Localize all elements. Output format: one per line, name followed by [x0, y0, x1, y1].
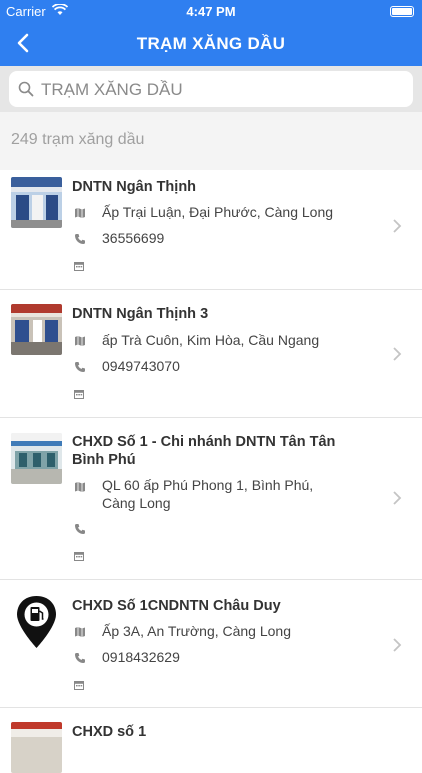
results-count: 249 trạm xăng dầu [11, 131, 145, 148]
calendar-icon [74, 258, 84, 271]
search-input[interactable] [39, 75, 403, 105]
station-thumbnail [11, 722, 62, 773]
chevron-right-icon [392, 491, 402, 505]
status-bar: Carrier 4:47 PM [0, 0, 422, 22]
battery-icon [390, 6, 414, 17]
station-phone: 0918432629 [102, 649, 180, 665]
chevron-right-icon [392, 347, 402, 361]
station-name: CHXD Số 1 - Chi nhánh DNTN Tân Tân Bình … [72, 434, 336, 468]
station-address: ấp Trà Cuôn, Kim Hòa, Cầu Ngang [102, 332, 320, 348]
search-icon [18, 81, 34, 97]
calendar-icon [74, 548, 84, 561]
station-list-item[interactable]: CHXD Số 1CNDNTN Châu Duy Ấp 3A, An Trườn… [0, 580, 422, 708]
navigation-bar: TRẠM XĂNG DẦU [0, 22, 422, 66]
station-phone: 0949743070 [102, 358, 180, 374]
phone-icon [74, 522, 86, 534]
station-list-item[interactable]: DNTN Ngân Thịnh Ấp Trại Luận, Đại Phước,… [0, 170, 422, 290]
clock: 4:47 PM [186, 4, 236, 19]
calendar-icon [74, 677, 84, 690]
phone-icon [74, 232, 86, 244]
station-address: Ấp Trại Luận, Đại Phước, Càng Long [102, 204, 334, 220]
station-name: DNTN Ngân Thịnh [72, 179, 197, 195]
calendar-icon [74, 386, 84, 399]
phone-icon [74, 651, 86, 663]
station-address: Ấp 3A, An Trường, Càng Long [102, 623, 292, 639]
search-field[interactable] [9, 71, 413, 107]
chevron-right-icon [392, 638, 402, 652]
station-thumbnail [11, 433, 62, 484]
station-thumbnail [11, 304, 62, 355]
page-title: TRẠM XĂNG DẦU [136, 34, 286, 53]
map-icon [74, 625, 86, 637]
station-list: DNTN Ngân Thịnh Ấp Trại Luận, Đại Phước,… [0, 170, 422, 773]
phone-icon [74, 360, 86, 372]
station-thumbnail [11, 177, 62, 228]
search-bar [0, 66, 422, 112]
chevron-right-icon [392, 219, 402, 233]
station-list-item[interactable]: DNTN Ngân Thịnh 3 ấp Trà Cuôn, Kim Hòa, … [0, 290, 422, 418]
fuel-pin-icon [11, 594, 62, 650]
station-name: CHXD Số 1CNDNTN Châu Duy [72, 598, 281, 614]
station-name: CHXD số 1 [72, 724, 147, 740]
station-phone: 36556699 [102, 230, 165, 246]
station-list-item[interactable]: CHXD số 1 [0, 708, 422, 773]
station-name: DNTN Ngân Thịnh 3 [72, 306, 209, 322]
station-address: QL 60 ấp Phú Phong 1, Bình Phú, Càng Lon… [102, 477, 314, 511]
map-icon [74, 480, 86, 492]
station-list-item[interactable]: CHXD Số 1 - Chi nhánh DNTN Tân Tân Bình … [0, 418, 422, 580]
map-icon [74, 206, 86, 218]
map-icon [74, 334, 86, 346]
